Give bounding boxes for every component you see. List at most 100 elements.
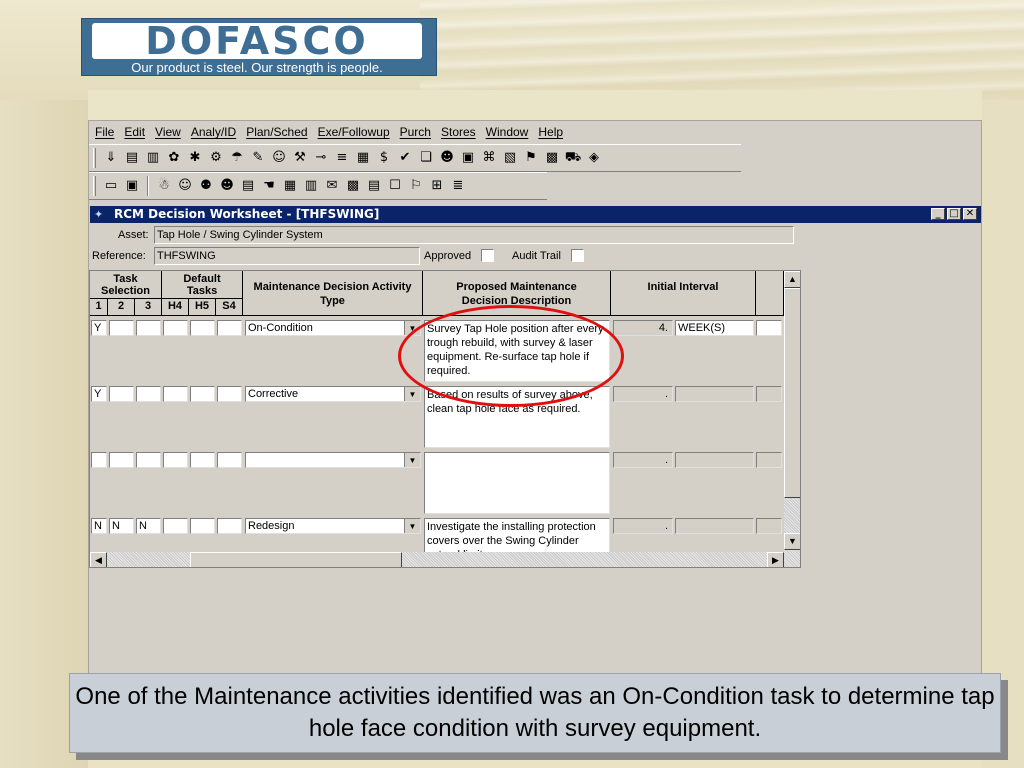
extra-field[interactable] <box>756 386 782 402</box>
check-icon[interactable]: ✔ <box>396 149 414 167</box>
interval-unit-field[interactable]: WEEK(S) [Time] <box>675 320 754 336</box>
activity-type-select[interactable]: Redesign ▼ <box>245 518 421 534</box>
task-flag-cell[interactable] <box>217 518 242 534</box>
chevron-down-icon[interactable]: ▼ <box>404 387 420 401</box>
vertical-scroll-thumb[interactable] <box>784 288 800 498</box>
stamp-icon[interactable]: ✉ <box>323 177 341 195</box>
grid-icon[interactable]: ▥ <box>302 177 320 195</box>
grid-vertical-scrollbar[interactable]: ▲ ▼ <box>784 271 800 567</box>
tree-icon[interactable]: ⚒ <box>291 149 309 167</box>
interval-unit-field[interactable] <box>675 386 754 402</box>
chevron-down-icon[interactable]: ▼ <box>404 519 420 533</box>
activity-type-select[interactable]: Corrective ▼ <box>245 386 421 402</box>
worksheet-titlebar[interactable]: ✦ RCM Decision Worksheet - [THFSWING] _ … <box>90 206 981 223</box>
wrench-icon[interactable]: ✎ <box>249 149 267 167</box>
menu-edit[interactable]: Edit <box>119 121 150 143</box>
task-flag-cell[interactable] <box>136 452 161 468</box>
chevron-down-icon[interactable]: ▼ <box>404 453 420 467</box>
hand-icon[interactable]: ☚ <box>260 177 278 195</box>
toolbar-grip[interactable] <box>93 176 96 196</box>
box-icon[interactable]: ▧ <box>501 149 519 167</box>
task-flag-cell[interactable] <box>109 452 134 468</box>
cards-icon[interactable]: ▩ <box>344 177 362 195</box>
new-icon[interactable]: ▭ <box>102 177 120 195</box>
minimize-icon[interactable]: _ <box>931 208 945 220</box>
task-flag-cell[interactable] <box>163 386 188 402</box>
task-flag-cell[interactable] <box>190 320 215 336</box>
task-flag-cell[interactable] <box>163 452 188 468</box>
reference-field[interactable]: THFSWING <box>154 247 420 265</box>
task-flag-cell[interactable]: N <box>109 518 134 534</box>
chart2-icon[interactable]: ⚐ <box>407 177 425 195</box>
menu-purch[interactable]: Purch <box>395 121 436 143</box>
extra-field[interactable] <box>756 452 782 468</box>
task-flag-cell[interactable]: Y <box>91 386 107 402</box>
interval-number-field[interactable]: . <box>613 386 673 402</box>
list-icon[interactable]: ≡ <box>333 149 351 167</box>
flag-icon[interactable]: ⚑ <box>522 149 540 167</box>
scroll-left-icon[interactable]: ◀ <box>90 552 107 567</box>
page-icon[interactable]: ⇓ <box>102 149 120 167</box>
menu-stores[interactable]: Stores <box>436 121 481 143</box>
interval-number-field[interactable]: . <box>613 452 673 468</box>
interval-unit-field[interactable] <box>675 518 754 534</box>
worker-icon[interactable]: ⚉ <box>197 177 215 195</box>
toolbar-grip[interactable] <box>93 148 96 168</box>
interval-unit-field[interactable] <box>675 452 754 468</box>
lamp-icon[interactable]: ☂ <box>228 149 246 167</box>
grid-horizontal-scrollbar[interactable]: ◀ ▶ <box>90 552 784 567</box>
task-flag-cell[interactable] <box>190 452 215 468</box>
cog-icon[interactable]: ⚙ <box>207 149 225 167</box>
task-flag-cell[interactable]: N <box>136 518 161 534</box>
person-icon[interactable]: ☻ <box>218 177 236 195</box>
note-icon[interactable]: ▦ <box>354 149 372 167</box>
scroll-up-icon[interactable]: ▲ <box>784 271 800 288</box>
menu-view[interactable]: View <box>150 121 186 143</box>
flow-icon[interactable]: ⌘ <box>480 149 498 167</box>
dollar-icon[interactable]: $ <box>375 149 393 167</box>
task-flag-cell[interactable] <box>217 386 242 402</box>
task-flag-cell[interactable] <box>190 518 215 534</box>
menu-file[interactable]: File <box>90 121 119 143</box>
scroll-down-icon[interactable]: ▼ <box>784 533 800 550</box>
asset-field[interactable]: Tap Hole / Swing Cylinder System <box>154 226 794 244</box>
receive-icon[interactable]: ▩ <box>543 149 561 167</box>
chart-icon[interactable]: ▥ <box>144 149 162 167</box>
extra-field[interactable] <box>756 320 782 336</box>
horizontal-scroll-thumb[interactable] <box>190 552 402 567</box>
task-flag-cell[interactable] <box>163 518 188 534</box>
save-icon[interactable]: ▣ <box>123 177 141 195</box>
menu-exe-followup[interactable]: Exe/Followup <box>313 121 395 143</box>
task-flag-cell[interactable] <box>109 386 134 402</box>
task-flag-cell[interactable] <box>109 320 134 336</box>
smile-icon[interactable]: ☻ <box>438 149 456 167</box>
description-field[interactable] <box>424 452 610 514</box>
interval-number-field[interactable]: 4. <box>613 320 673 336</box>
table-icon[interactable]: ▦ <box>281 177 299 195</box>
document-icon[interactable]: ▣ <box>459 149 477 167</box>
interval-number-field[interactable]: . <box>613 518 673 534</box>
task-flag-cell[interactable] <box>163 320 188 336</box>
scroll-right-icon[interactable]: ▶ <box>767 552 784 567</box>
gear-icon[interactable]: ✱ <box>186 149 204 167</box>
task-flag-cell[interactable] <box>190 386 215 402</box>
report-icon[interactable]: ▤ <box>239 177 257 195</box>
money-icon[interactable]: ◈ <box>585 149 603 167</box>
menu-plan-sched[interactable]: Plan/Sched <box>241 121 312 143</box>
audit-trail-checkbox[interactable] <box>571 249 584 262</box>
task-flag-cell[interactable] <box>91 452 107 468</box>
key-icon[interactable]: ⊸ <box>312 149 330 167</box>
book-icon[interactable]: ☐ <box>386 177 404 195</box>
task-flag-cell[interactable]: Y <box>91 320 107 336</box>
task-flag-cell[interactable] <box>217 452 242 468</box>
close-icon[interactable]: ✕ <box>963 208 977 220</box>
tools-icon[interactable]: ✿ <box>165 149 183 167</box>
people-icon[interactable]: ☃ <box>155 177 173 195</box>
activity-type-select[interactable]: On-Condition ▼ <box>245 320 421 336</box>
menu-analy-id[interactable]: Analy/ID <box>186 121 241 143</box>
dish-icon[interactable]: ❏ <box>417 149 435 167</box>
menu-help[interactable]: Help <box>533 121 568 143</box>
extra-field[interactable] <box>756 518 782 534</box>
approved-checkbox[interactable] <box>481 249 494 262</box>
bars-icon[interactable]: ≣ <box>449 177 467 195</box>
